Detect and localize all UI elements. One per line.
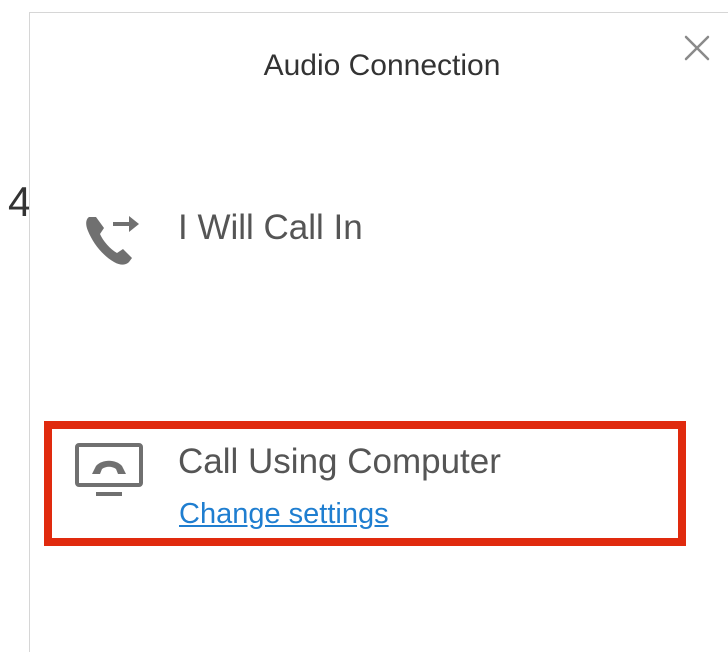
close-icon[interactable]	[682, 33, 712, 63]
change-settings-link[interactable]: Change settings	[179, 498, 389, 530]
close-icon-glyph	[684, 35, 710, 61]
option-call-in-label: I Will Call In	[178, 208, 363, 247]
option-call-using-computer[interactable]: Call Using Computer Change settings	[70, 432, 670, 536]
computer-audio-icon	[74, 442, 144, 500]
option-call-in[interactable]: I Will Call In	[70, 190, 670, 280]
dialog-title: Audio Connection	[263, 49, 501, 82]
option-call-using-computer-label: Call Using Computer	[178, 442, 501, 481]
phone-call-in-icon	[78, 205, 140, 267]
audio-connection-dialog: Audio Connection	[29, 12, 728, 652]
